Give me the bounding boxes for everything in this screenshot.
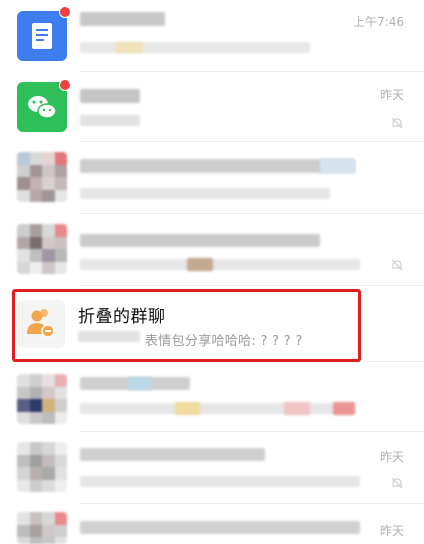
- chat-title-redacted: [320, 159, 355, 173]
- chat-item-group[interactable]: [0, 142, 424, 214]
- chat-preview-redacted: [284, 402, 310, 415]
- chat-preview-redacted: [175, 402, 200, 415]
- chat-preview-redacted: [80, 403, 355, 414]
- chat-preview-redacted: [115, 42, 143, 53]
- document-icon: [32, 23, 52, 49]
- mute-bell-icon: [391, 477, 403, 489]
- chat-title-redacted: [80, 12, 165, 26]
- chat-item-docs[interactable]: 上午7:46: [0, 0, 424, 72]
- chat-item-group[interactable]: [0, 214, 424, 286]
- chat-preview-redacted: [80, 476, 360, 487]
- chat-time: 昨天: [379, 524, 404, 538]
- chat-preview-redacted: [80, 259, 360, 270]
- docs-avatar: [17, 11, 67, 61]
- mute-bell-icon: [391, 259, 403, 271]
- chat-time: 昨天: [379, 450, 404, 464]
- unread-dot: [59, 79, 71, 91]
- group-avatar: [17, 512, 67, 544]
- chat-preview-redacted: [333, 402, 355, 415]
- chat-title-redacted: [80, 448, 265, 461]
- unread-dot: [59, 6, 71, 18]
- chat-title-redacted: [80, 234, 320, 247]
- chat-item-group[interactable]: 昨天: [0, 432, 424, 504]
- chat-item-group[interactable]: 昨天: [0, 504, 424, 544]
- chat-preview-redacted: [80, 188, 330, 199]
- chat-title-redacted: [80, 89, 140, 103]
- chat-title-redacted: [80, 521, 360, 534]
- chat-title-redacted: [80, 159, 355, 173]
- mute-bell-icon: [391, 117, 403, 129]
- chat-item-wechat[interactable]: 昨天: [0, 72, 424, 142]
- group-avatar: [17, 224, 67, 274]
- group-avatar: [17, 374, 67, 424]
- group-avatar: [17, 442, 67, 492]
- highlight-annotation: [12, 289, 361, 362]
- group-avatar: [17, 152, 67, 202]
- chat-time: 昨天: [379, 88, 404, 102]
- chat-item-group[interactable]: [0, 362, 424, 432]
- wechat-icon: [28, 96, 57, 119]
- chat-time: 上午7:46: [353, 15, 404, 29]
- chat-preview-redacted: [187, 258, 213, 271]
- chat-title-redacted: [128, 377, 152, 390]
- wechat-avatar: [17, 82, 67, 132]
- chat-list: 上午7:46 昨天 折叠的群聊 表情包分享哈哈哈: ? ? ? ? 昨天 昨天: [0, 0, 424, 544]
- chat-preview-redacted: [80, 115, 140, 126]
